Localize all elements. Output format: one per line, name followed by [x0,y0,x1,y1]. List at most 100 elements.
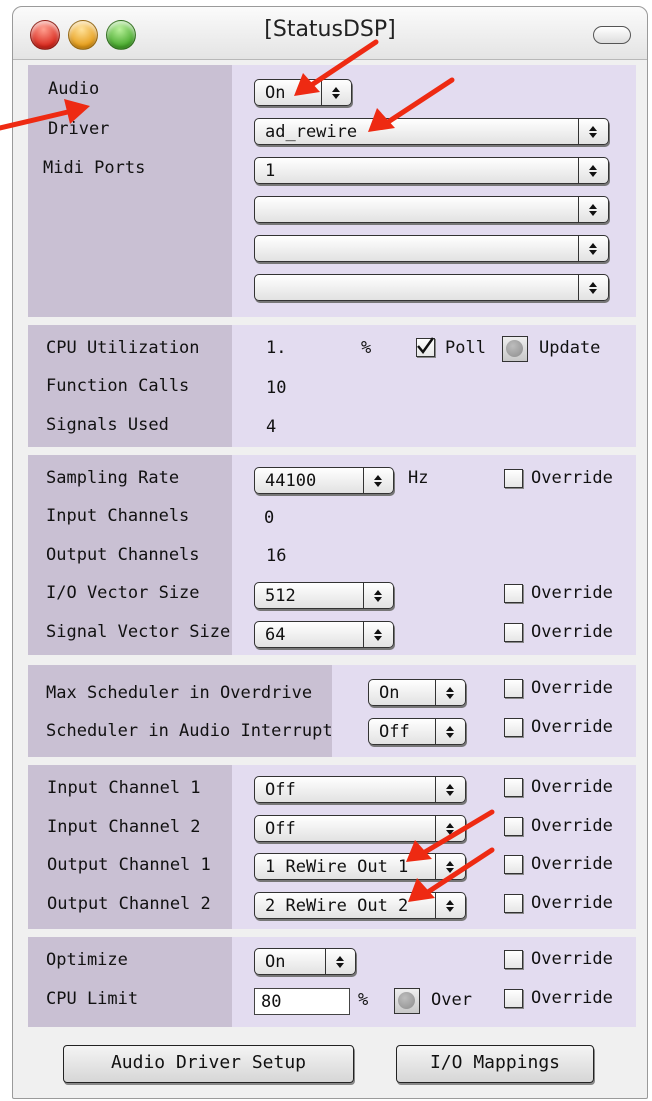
function-calls-value: 10 [266,378,287,398]
output-channels-label: Output Channels [46,545,200,565]
output-channels-value: 16 [266,546,287,566]
sampling-section: Sampling Rate 44100 Hz Override Input Ch… [28,455,636,655]
audio-popup[interactable]: On [254,79,352,106]
cpu-limit-input[interactable]: 80 [254,988,350,1015]
override-label: Override [531,816,613,836]
updown-arrow-icon [578,275,608,300]
output-channel-1-override-checkbox[interactable] [504,855,523,874]
update-led-icon [506,340,523,357]
over-led-icon [398,992,415,1009]
override-label: Override [531,717,613,737]
override-label: Override [531,893,613,913]
io-vector-override-checkbox[interactable] [504,584,523,603]
signal-vector-size-value: 64 [265,625,286,645]
optimize-label: Optimize [46,950,128,970]
updown-arrow-icon [435,816,465,841]
overdrive-value: On [379,683,400,703]
optimize-override-checkbox[interactable] [504,950,523,969]
sampling-rate-popup[interactable]: 44100 [254,467,394,494]
input-channel-1-override-checkbox[interactable] [504,778,523,797]
overdrive-override-checkbox[interactable] [504,679,523,698]
cpu-limit-value: 80 [261,992,282,1012]
updown-arrow-icon [363,583,393,608]
label-column [28,65,232,317]
override-label: Override [531,988,613,1008]
label-column [28,665,332,757]
poll-checkbox[interactable] [416,337,435,357]
cpu-limit-unit: % [358,990,369,1010]
output-channel-1-label: Output Channel 1 [47,855,211,875]
override-label: Override [531,622,613,642]
updown-arrow-icon [435,777,465,802]
driver-popup[interactable]: ad_rewire [254,118,609,145]
signal-vector-override-checkbox[interactable] [504,623,523,642]
midi-port-popup-4[interactable] [254,274,609,301]
input-channels-value: 0 [264,508,275,528]
output-channel-1-popup[interactable]: 1 ReWire Out 1 [254,853,466,880]
signals-used-value: 4 [266,417,277,437]
input-channel-1-popup[interactable]: Off [254,776,466,803]
overdrive-popup[interactable]: On [368,679,466,706]
updown-arrow-icon [578,236,608,261]
output-channel-2-label: Output Channel 2 [47,894,211,914]
sampling-rate-value: 44100 [265,471,317,491]
midi-port-popup-3[interactable] [254,235,609,262]
channels-section: Input Channel 1 Off Override Input Chann… [28,765,636,929]
updown-arrow-icon [363,468,393,493]
audio-value: On [265,83,286,103]
updown-arrow-icon [578,119,608,144]
cpu-utilization-value: 1. [266,338,287,358]
sampling-rate-label: Sampling Rate [46,468,180,488]
optimize-value: On [265,952,286,972]
override-label: Override [531,949,613,969]
input-channel-1-value: Off [265,780,296,800]
update-label: Update [539,338,601,358]
input-channel-1-label: Input Channel 1 [47,778,201,798]
input-channel-2-override-checkbox[interactable] [504,817,523,836]
midi-port-value-1: 1 [265,161,276,181]
toolbar-toggle-icon[interactable] [593,26,631,44]
optimize-popup[interactable]: On [254,948,356,975]
driver-value: ad_rewire [265,122,358,142]
cpu-section: CPU Utilization 1. % Poll Update Functio… [28,325,636,447]
override-label: Override [531,583,613,603]
input-channel-2-popup[interactable]: Off [254,815,466,842]
optimize-section: Optimize On Override CPU Limit 80 % Over… [28,937,636,1027]
io-vector-size-value: 512 [265,586,296,606]
sampling-rate-override-checkbox[interactable] [504,469,523,488]
output-channel-2-popup[interactable]: 2 ReWire Out 2 [254,892,466,919]
overdrive-label: Max Scheduler in Overdrive [46,683,313,703]
audio-interrupt-popup[interactable]: Off [368,718,466,745]
output-channel-1-value: 1 ReWire Out 1 [265,857,409,877]
update-button[interactable] [502,336,528,362]
midi-port-popup-2[interactable] [254,196,609,223]
audio-label: Audio [48,79,100,99]
driver-label: Driver [48,119,110,139]
updown-arrow-icon [321,80,351,105]
signal-vector-size-popup[interactable]: 64 [254,621,394,648]
cpu-limit-override-checkbox[interactable] [504,989,523,1008]
cpu-limit-label: CPU Limit [46,989,139,1009]
audio-interrupt-value: Off [379,722,410,742]
poll-label: Poll [445,338,486,358]
output-channel-2-override-checkbox[interactable] [504,894,523,913]
sampling-rate-unit: Hz [408,468,429,488]
midi-port-popup-1[interactable]: 1 [254,157,609,184]
signal-vector-size-label: Signal Vector Size [46,622,231,642]
updown-arrow-icon [578,158,608,183]
input-channel-2-label: Input Channel 2 [47,817,201,837]
override-label: Override [531,777,613,797]
audio-driver-setup-button[interactable]: Audio Driver Setup [63,1045,354,1083]
override-label: Override [531,854,613,874]
io-mappings-button[interactable]: I/O Mappings [396,1045,594,1083]
updown-arrow-icon [435,854,465,879]
audio-interrupt-override-checkbox[interactable] [504,718,523,737]
updown-arrow-icon [435,893,465,918]
override-label: Override [531,468,613,488]
title-bar[interactable]: [StatusDSP] [13,7,647,60]
over-indicator [394,988,420,1014]
cpu-utilization-unit: % [361,338,372,358]
function-calls-label: Function Calls [46,376,190,396]
io-vector-size-popup[interactable]: 512 [254,582,394,609]
audio-section: Audio Driver Midi Ports On ad_rewire 1 [28,65,636,317]
